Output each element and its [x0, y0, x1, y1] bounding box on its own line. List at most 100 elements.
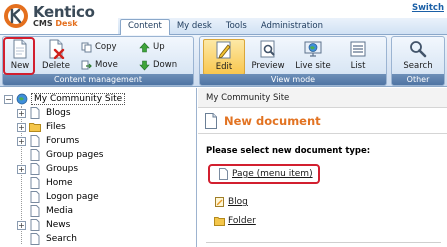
edit-icon	[216, 41, 231, 59]
tree-item-label: News	[46, 220, 71, 230]
content-tree: − My Community Site + Blogs + Files + Fo…	[0, 88, 197, 247]
tree-item-label: Search	[46, 234, 77, 244]
tree-item-files[interactable]: + Files	[17, 120, 68, 134]
content-divider	[206, 242, 441, 243]
page-icon	[30, 135, 40, 147]
tree-item-logon-page[interactable]: Logon page	[17, 190, 101, 204]
live-site-button[interactable]: Live site	[293, 39, 333, 75]
main-tabs: Content My desk Tools Administration	[120, 19, 330, 35]
list-icon	[350, 41, 366, 57]
logo-product: CMS Desk	[33, 19, 78, 28]
page-type-highlight	[208, 164, 320, 184]
tree-item-media[interactable]: Media	[17, 204, 75, 218]
move-label: Move	[95, 60, 118, 70]
tree-item-home[interactable]: Home	[17, 176, 75, 190]
content-management-caption: Content management	[3, 74, 193, 85]
edit-button[interactable]: Edit	[203, 39, 245, 75]
page-title: New document	[224, 113, 321, 128]
tab-administration[interactable]: Administration	[254, 20, 330, 35]
doc-type-blog[interactable]: Blog	[214, 195, 248, 209]
down-label: Down	[153, 60, 178, 70]
tree-item-label: Logon page	[46, 192, 99, 202]
page-icon	[30, 149, 40, 161]
other-group: Search Other	[391, 36, 445, 86]
kentico-logo-icon	[4, 4, 28, 28]
tree-item-label: Group pages	[46, 150, 104, 160]
expand-toggle[interactable]: +	[17, 122, 26, 132]
move-button[interactable]: Move	[81, 59, 118, 71]
arrow-down-icon	[139, 60, 150, 70]
search-icon	[410, 41, 427, 58]
edit-button-label: Edit	[215, 62, 233, 72]
expand-toggle[interactable]: +	[17, 220, 26, 230]
tree-item-label: Files	[46, 122, 66, 132]
new-document-icon	[205, 112, 217, 129]
delete-button[interactable]: Delete	[41, 39, 71, 75]
folder-icon	[214, 217, 225, 226]
tree-item-label: Groups	[46, 164, 79, 174]
tree-item-news[interactable]: + News	[17, 218, 72, 232]
doc-type-folder[interactable]: Folder	[214, 214, 256, 228]
ribbon-toolbar: New Delete Copy Move Up Down Content man…	[0, 35, 447, 87]
switch-link[interactable]: Switch	[412, 3, 444, 13]
tree-item-forums[interactable]: + Forums	[17, 134, 81, 148]
up-button[interactable]: Up	[139, 41, 165, 53]
copy-button[interactable]: Copy	[81, 41, 117, 53]
tree-item-search[interactable]: Search	[17, 232, 79, 246]
page-icon	[30, 177, 40, 189]
delete-document-icon	[49, 39, 65, 59]
copy-label: Copy	[95, 42, 117, 52]
no-toggle	[17, 207, 26, 216]
page-icon	[30, 233, 40, 245]
view-mode-group: Edit Preview Live site List View mode	[199, 36, 387, 86]
view-mode-caption: View mode	[200, 74, 386, 85]
tree-root[interactable]: − My Community Site	[4, 92, 126, 106]
list-button-label: List	[350, 61, 366, 71]
document-type-prompt: Please select new document type:	[206, 146, 371, 156]
tree-root-label: My Community Site	[31, 93, 126, 105]
breadcrumb: My Community Site	[198, 88, 447, 108]
delete-button-label: Delete	[42, 61, 70, 71]
move-icon	[81, 60, 92, 69]
list-button[interactable]: List	[343, 39, 373, 75]
blog-icon	[215, 197, 224, 207]
page-icon	[30, 107, 40, 119]
main-content: My Community Site New document Please se…	[198, 88, 447, 247]
page-icon	[30, 163, 40, 175]
tab-my-desk[interactable]: My desk	[170, 20, 219, 35]
preview-icon	[260, 40, 275, 58]
no-toggle	[17, 179, 26, 188]
page-icon	[30, 191, 40, 203]
no-toggle	[17, 235, 26, 244]
tab-tools[interactable]: Tools	[219, 20, 254, 35]
copy-icon	[81, 42, 92, 52]
search-button-label: Search	[403, 61, 433, 71]
tree-item-label: Media	[46, 206, 74, 216]
live-site-icon	[304, 41, 322, 57]
page-header: New document	[198, 108, 447, 134]
tree-item-blogs[interactable]: + Blogs	[17, 106, 73, 120]
tree-item-label: Blogs	[46, 108, 71, 118]
page-icon	[30, 205, 40, 217]
search-button[interactable]: Search	[398, 39, 438, 75]
expand-toggle[interactable]: +	[17, 108, 26, 118]
other-caption: Other	[392, 74, 444, 85]
logo-product-accent: Desk	[55, 19, 78, 28]
live-site-button-label: Live site	[295, 61, 331, 71]
tree-item-label: Home	[46, 178, 73, 188]
doc-type-blog-label: Blog	[228, 197, 248, 207]
preview-button[interactable]: Preview	[250, 39, 286, 75]
site-icon	[16, 93, 28, 105]
tab-content[interactable]: Content	[120, 19, 170, 35]
tree-item-label: Forums	[46, 136, 80, 146]
down-button[interactable]: Down	[139, 59, 177, 71]
collapse-toggle[interactable]: −	[4, 94, 13, 104]
expand-toggle[interactable]: +	[17, 136, 26, 146]
tree-item-group-pages[interactable]: Group pages	[17, 148, 105, 162]
expand-toggle[interactable]: +	[17, 164, 26, 174]
folder-icon	[29, 123, 41, 132]
arrow-up-icon	[139, 42, 150, 52]
new-button-highlight	[3, 37, 35, 75]
tree-item-groups[interactable]: + Groups	[17, 162, 80, 176]
doc-type-folder-label: Folder	[228, 216, 256, 226]
